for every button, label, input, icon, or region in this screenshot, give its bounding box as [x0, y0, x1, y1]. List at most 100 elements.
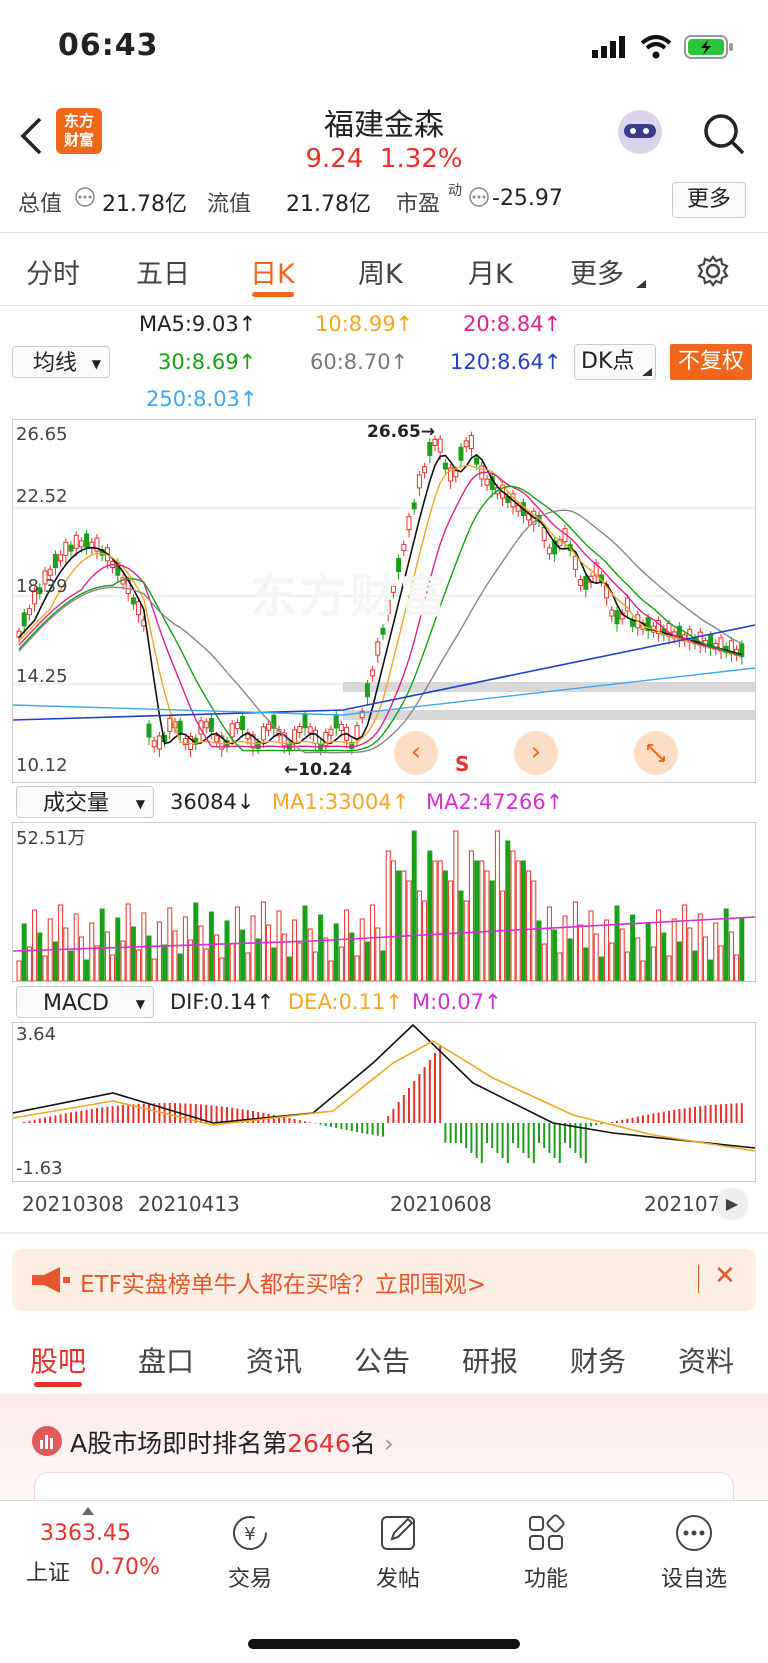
- candle-body: [52, 553, 58, 568]
- robot-avatar-icon[interactable]: [618, 110, 662, 154]
- tab-five-day[interactable]: 五日: [136, 252, 190, 291]
- tab-guba[interactable]: 股吧: [30, 1340, 86, 1380]
- function-grid-icon[interactable]: [526, 1513, 566, 1553]
- tab-monthly-k[interactable]: 月K: [468, 252, 513, 291]
- scroll-right-button[interactable]: ▶: [716, 1188, 748, 1220]
- candle-body: [73, 534, 79, 549]
- post-label[interactable]: 发帖: [348, 1561, 448, 1593]
- macd-bar: [564, 1123, 566, 1143]
- date-2: 20210413: [138, 1192, 240, 1216]
- volume-bar: [583, 947, 589, 982]
- chart-expand-button[interactable]: [634, 731, 678, 775]
- index-value[interactable]: 3363.45: [40, 1521, 131, 1546]
- volume-bar: [713, 922, 719, 982]
- tab-intraday[interactable]: 分时: [26, 252, 80, 291]
- pe-value: -25.97: [492, 186, 563, 211]
- more-button[interactable]: 更多: [672, 182, 746, 218]
- macd-svg: [12, 1023, 756, 1163]
- macd-bar: [683, 1108, 686, 1123]
- chevron-left-icon: ‹: [410, 737, 422, 767]
- candle-body: [578, 578, 584, 586]
- macd-bar: [106, 1106, 109, 1123]
- volume-chart[interactable]: [12, 822, 756, 982]
- trade-label[interactable]: 交易: [200, 1561, 300, 1593]
- macd-bar: [512, 1123, 514, 1143]
- volume-bar: [245, 952, 251, 982]
- index-name[interactable]: 上证: [26, 1555, 70, 1587]
- volume-bar: [286, 956, 292, 982]
- volume-bar: [130, 926, 136, 982]
- tab-announcement[interactable]: 公告: [354, 1340, 410, 1380]
- macd-bar: [382, 1123, 384, 1137]
- tab-more[interactable]: 更多: [570, 252, 624, 291]
- volume-bar: [588, 910, 594, 982]
- volume-bar: [739, 917, 745, 982]
- candle-body: [442, 462, 448, 470]
- candle-body: [583, 575, 589, 590]
- volume-bar: [26, 946, 32, 982]
- macd-bar: [735, 1103, 738, 1123]
- macd-bar: [220, 1106, 223, 1123]
- rank-chart-icon: [32, 1426, 62, 1456]
- trade-icon[interactable]: ¥: [230, 1513, 270, 1553]
- candle-body: [240, 716, 246, 731]
- volume-bar: [567, 938, 573, 982]
- tab-finance[interactable]: 财务: [570, 1340, 626, 1380]
- back-icon[interactable]: [18, 116, 44, 156]
- volume-bar: [671, 918, 677, 982]
- app-logo[interactable]: 东方 财富: [56, 108, 102, 154]
- tab-research[interactable]: 研报: [462, 1340, 518, 1380]
- ma-select[interactable]: 均线 ▼: [12, 346, 110, 378]
- settings-gear-icon[interactable]: [696, 254, 730, 288]
- macd-bar: [127, 1104, 130, 1123]
- volume-select[interactable]: 成交量 ▼: [16, 786, 154, 818]
- more-dots-icon[interactable]: [674, 1513, 714, 1553]
- watchlist-label[interactable]: 设自选: [644, 1561, 744, 1593]
- search-icon[interactable]: [702, 112, 746, 156]
- kline-ytick-4: 14.25: [16, 666, 68, 687]
- volume-bar: [635, 937, 641, 982]
- volume-bar: [271, 947, 277, 982]
- stock-name: 福建金森: [324, 108, 444, 143]
- candle-body: [68, 544, 74, 552]
- macd-bar: [626, 1118, 629, 1123]
- banner-divider: [698, 1265, 699, 1293]
- macd-bar: [319, 1123, 322, 1125]
- volume-bar: [484, 870, 490, 982]
- index-change[interactable]: 0.70%: [90, 1555, 160, 1580]
- chart-next-button[interactable]: ›: [514, 731, 558, 775]
- macd-bar: [657, 1112, 660, 1123]
- rank-card[interactable]: A股市场即时排名第2646名 ›: [0, 1394, 768, 1502]
- volume-bar: [307, 928, 313, 982]
- etf-banner[interactable]: ETF实盘榜单牛人都在买啥？立即围观> ✕: [12, 1249, 756, 1311]
- bottom-nav: 3363.45 上证 0.70% ¥ 交易 发帖 功能 设自选: [0, 1500, 768, 1663]
- rank-text: A股市场即时排名第2646名 ›: [70, 1424, 394, 1460]
- volume-bar: [682, 904, 688, 982]
- macd-bar: [96, 1108, 98, 1123]
- tab-news[interactable]: 资讯: [246, 1340, 302, 1380]
- low-label: ←10.24: [284, 760, 353, 780]
- macd-select[interactable]: MACD ▼: [16, 986, 154, 1018]
- adjust-price-button[interactable]: 不复权: [670, 344, 752, 380]
- info-icon[interactable]: [74, 186, 96, 208]
- close-icon[interactable]: ✕: [714, 1261, 736, 1291]
- pe-info-icon[interactable]: [468, 186, 490, 208]
- macd-bar: [215, 1105, 218, 1123]
- macd-chart[interactable]: [12, 1022, 756, 1182]
- macd-bar: [444, 1123, 447, 1143]
- volume-bar: [312, 951, 318, 982]
- tab-daily-k[interactable]: 日K: [250, 252, 295, 291]
- macd-bar: [694, 1106, 696, 1123]
- logo-line1: 东方: [63, 112, 94, 130]
- post-icon[interactable]: [378, 1513, 418, 1553]
- volume-bar: [328, 960, 334, 982]
- volume-bar: [63, 927, 69, 982]
- tab-profile[interactable]: 资料: [678, 1340, 734, 1380]
- tab-weekly-k[interactable]: 周K: [358, 252, 403, 291]
- volume-bar: [32, 909, 38, 982]
- chart-prev-button[interactable]: ‹: [394, 731, 438, 775]
- date-1: 20210308: [22, 1192, 124, 1216]
- tab-pankou[interactable]: 盘口: [138, 1340, 194, 1380]
- function-label[interactable]: 功能: [496, 1561, 596, 1593]
- volume-bar: [427, 850, 433, 982]
